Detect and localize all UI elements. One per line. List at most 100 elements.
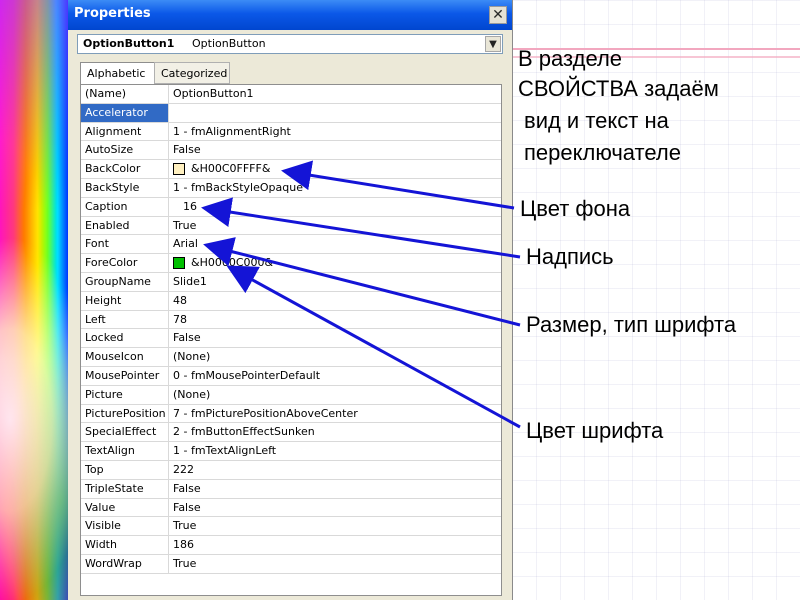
window-title: Properties (74, 6, 151, 21)
property-row-mouseicon[interactable]: MouseIcon (None) (81, 348, 501, 367)
property-value[interactable]: False (169, 329, 505, 347)
property-row-enabled[interactable]: Enabled True (81, 216, 501, 236)
property-value[interactable]: Arial (169, 235, 505, 253)
property-value[interactable] (169, 104, 505, 122)
property-value[interactable]: False (169, 141, 505, 159)
property-row-textalign[interactable]: TextAlign 1 - fmTextAlignLeft (81, 442, 501, 461)
property-row-left[interactable]: Left 78 (81, 310, 501, 330)
property-name: PicturePosition (81, 404, 169, 423)
property-value[interactable]: 1 - fmAlignmentRight (169, 123, 505, 141)
tab-alphabetic[interactable]: Alphabetic (80, 62, 158, 84)
property-row-alignment[interactable]: Alignment 1 - fmAlignmentRight (81, 122, 501, 142)
property-row-caption[interactable]: Caption 16 (81, 197, 501, 217)
property-value[interactable]: (None) (169, 386, 505, 404)
property-name: Value (81, 498, 169, 517)
property-row-height[interactable]: Height 48 (81, 291, 501, 311)
properties-grid: (Name) OptionButton1 Accelerator Alignme… (80, 84, 502, 596)
property-name: GroupName (81, 273, 169, 291)
property-value[interactable]: (None) (169, 348, 505, 366)
property-name: Visible (81, 517, 169, 536)
chevron-down-icon: ▼ (489, 38, 497, 50)
property-value[interactable]: True (169, 217, 505, 235)
backcolor-swatch (173, 163, 185, 176)
property-row-backcolor[interactable]: BackColor &H00C0FFFF& (81, 160, 501, 179)
forecolor-swatch (173, 257, 185, 270)
property-row-locked[interactable]: Locked False (81, 329, 501, 349)
property-row-wordwrap[interactable]: WordWrap True (81, 555, 501, 574)
property-name: TripleState (81, 479, 169, 498)
rainbow-background (0, 0, 68, 600)
property-name: WordWrap (81, 555, 169, 573)
property-row-mousepointer[interactable]: MousePointer 0 - fmMousePointerDefault (81, 367, 501, 386)
property-value[interactable]: 7 - fmPicturePositionAboveCenter (169, 405, 505, 423)
annotation-heading-line-2: СВОЙСТВА задаём (518, 76, 719, 101)
property-value[interactable]: 78 (169, 311, 505, 329)
property-name: ForeColor (81, 254, 169, 273)
forecolor-value: &H0000C000& (191, 256, 274, 270)
property-value[interactable]: 222 (169, 461, 505, 479)
property-row-picture[interactable]: Picture (None) (81, 385, 501, 405)
property-value-color[interactable]: &H00C0FFFF& (169, 160, 505, 178)
property-row-name[interactable]: (Name) OptionButton1 (81, 85, 501, 104)
tab-alphabetic-label: Alphabetic (87, 67, 146, 80)
property-name: AutoSize (81, 141, 169, 160)
titlebar: Properties ✕ (68, 0, 512, 30)
property-name: Font (81, 235, 169, 254)
property-name: Picture (81, 385, 169, 404)
property-name: Top (81, 461, 169, 479)
property-name: (Name) (81, 85, 169, 103)
property-value[interactable]: 0 - fmMousePointerDefault (169, 367, 505, 385)
backcolor-value: &H00C0FFFF& (191, 162, 271, 176)
property-name: Width (81, 536, 169, 555)
property-row-specialeffect[interactable]: SpecialEffect 2 - fmButtonEffectSunken (81, 423, 501, 443)
property-row-width[interactable]: Width 186 (81, 536, 501, 555)
property-row-triplestate[interactable]: TripleState False (81, 479, 501, 499)
property-row-autosize[interactable]: AutoSize False (81, 141, 501, 161)
property-value[interactable]: 48 (169, 292, 505, 310)
property-row-accelerator[interactable]: Accelerator (81, 103, 501, 123)
tab-categorized-label: Categorized (161, 66, 228, 80)
property-value[interactable]: 1 - fmBackStyleOpaque (169, 179, 505, 197)
annotation-heading-line-4: переключателе (524, 140, 681, 165)
property-value[interactable]: 186 (169, 536, 505, 554)
tab-categorized[interactable]: Categorized (154, 62, 230, 84)
property-row-visible[interactable]: Visible True (81, 517, 501, 537)
combobox-dropdown-button[interactable]: ▼ (485, 36, 501, 52)
property-row-pictureposition[interactable]: PicturePosition 7 - fmPicturePositionAbo… (81, 404, 501, 424)
property-row-forecolor[interactable]: ForeColor &H0000C000& (81, 254, 501, 273)
property-name: Accelerator (81, 103, 169, 122)
property-value[interactable]: 16 (169, 198, 515, 216)
property-value[interactable]: Slide1 (169, 273, 505, 291)
annotation-forecolor-label: Цвет шрифта (526, 418, 664, 443)
property-value[interactable]: False (169, 480, 505, 498)
property-row-value[interactable]: Value False (81, 498, 501, 518)
object-name: OptionButton1 (83, 37, 175, 50)
property-value[interactable]: True (169, 517, 505, 535)
annotation-backcolor-label: Цвет фона (520, 196, 631, 221)
property-value[interactable]: OptionButton1 (169, 85, 505, 103)
property-name: TextAlign (81, 442, 169, 461)
property-name: Left (81, 310, 169, 329)
property-name: Locked (81, 329, 169, 348)
property-value[interactable]: 2 - fmButtonEffectSunken (169, 423, 505, 441)
property-row-groupname[interactable]: GroupName Slide1 (81, 273, 501, 292)
property-name: BackStyle (81, 179, 169, 197)
annotation-caption-label: Надпись (526, 244, 614, 269)
property-name: Caption (81, 197, 169, 216)
property-row-backstyle[interactable]: BackStyle 1 - fmBackStyleOpaque (81, 179, 501, 198)
property-name: Alignment (81, 122, 169, 141)
close-button[interactable]: ✕ (489, 6, 507, 24)
property-name: SpecialEffect (81, 423, 169, 442)
property-value[interactable]: False (169, 499, 505, 517)
property-name: Enabled (81, 216, 169, 235)
property-value[interactable]: 1 - fmTextAlignLeft (169, 442, 505, 460)
property-row-font[interactable]: Font Arial (81, 235, 501, 255)
property-value[interactable]: True (169, 555, 505, 573)
property-row-top[interactable]: Top 222 (81, 461, 501, 480)
property-value-color[interactable]: &H0000C000& (169, 254, 505, 272)
properties-window: Properties ✕ OptionButton1 OptionButton … (68, 0, 513, 600)
object-selector-combobox[interactable]: OptionButton1 OptionButton ▼ (77, 34, 503, 54)
property-name: MouseIcon (81, 348, 169, 367)
annotation-font-label: Размер, тип шрифта (526, 312, 737, 337)
property-name: MousePointer (81, 367, 169, 385)
